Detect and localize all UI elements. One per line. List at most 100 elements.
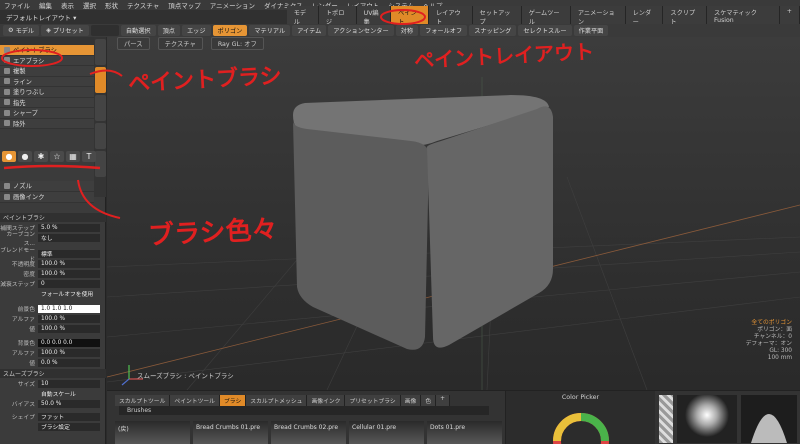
tab-image-ink[interactable]: 画像インク <box>307 395 346 406</box>
shading-mode-texture[interactable]: テクスチャ <box>157 37 203 50</box>
info-line: デフォーマ：オン <box>745 341 792 347</box>
select-through-button[interactable]: セレクトスルー <box>518 25 572 36</box>
snapping-button[interactable]: スナッピング <box>469 25 517 36</box>
tool-nozzle[interactable]: ノズル <box>0 181 94 192</box>
fg-color-swatch[interactable]: 1.0 1.0 1.0 <box>38 304 100 313</box>
clone-icon <box>4 67 10 74</box>
fg-value-field[interactable]: 100.0 % <box>38 324 100 333</box>
falloff-checkbox[interactable]: フォールオフを使用 <box>38 289 100 298</box>
edge-button[interactable]: エッジ <box>181 25 211 36</box>
bg-color-swatch[interactable]: 0.0 0.0 0.0 <box>38 338 100 347</box>
paint-brush-header: ペイントブラシ <box>0 213 106 222</box>
vtab-3[interactable] <box>95 95 106 121</box>
density-field[interactable]: 100.0 % <box>38 269 100 278</box>
brush-settings-field[interactable]: ブラシ設定 <box>38 422 100 431</box>
color-wheel[interactable] <box>506 401 656 444</box>
vtab-5[interactable] <box>95 151 106 177</box>
bg-value-field[interactable]: 0.0 % <box>38 358 100 367</box>
action-center-button[interactable]: アクションセンター <box>328 25 394 36</box>
brush-thumb[interactable]: Cellular 01.pre <box>349 421 424 444</box>
hard-brush-shape[interactable]: ● <box>18 151 32 162</box>
tool-erase[interactable]: 除外 <box>0 118 94 129</box>
tab-images[interactable]: 画像 <box>400 395 422 406</box>
preset-icon: ◈ <box>46 27 51 34</box>
vertical-tab-strip <box>94 37 106 197</box>
tool-paint-brush[interactable]: ペイントブラシ <box>0 45 94 56</box>
vertex-button[interactable]: 頂点 <box>157 25 180 36</box>
tool-image-ink[interactable]: 画像インク <box>0 192 94 203</box>
menu-edit[interactable]: 編集 <box>39 0 52 10</box>
curve-field[interactable]: なし <box>38 233 100 242</box>
menu-file[interactable]: ファイル <box>4 0 30 10</box>
tool-panel: ペイントブラシ エアブラシ 複製 ライン 塗りつぶし 指先 シャープ 除外 ● … <box>0 37 106 444</box>
brush-thumb[interactable]: Bread Crumbs 01.pre <box>193 421 268 444</box>
tool-line[interactable]: ライン <box>0 76 94 87</box>
erase-icon <box>4 120 10 127</box>
bg-alpha-field[interactable]: 100.0 % <box>38 348 100 357</box>
shape-select[interactable]: ファット <box>38 412 100 421</box>
brush-shape-row: ● ● ✱ ☆ ▦ T <box>2 151 96 162</box>
menu-vertex-map[interactable]: 頂点マップ <box>168 0 201 10</box>
brush-thumb-back[interactable]: (戻) <box>115 421 190 444</box>
size-field[interactable]: 10 <box>38 379 100 388</box>
falloff-row: フォールオフを使用 <box>0 289 106 298</box>
bottom-panel-tabs: スカルプトツール ペイントツール ブラシ スカルプトメッシュ 画像インク プリセ… <box>115 395 450 406</box>
tab-brushes[interactable]: ブラシ <box>219 395 247 406</box>
info-line: GL: 300 <box>769 348 792 354</box>
line-icon <box>4 78 10 85</box>
tab-add[interactable]: + <box>436 395 450 406</box>
brush-thumb[interactable]: Bread Crumbs 02.pre <box>271 421 346 444</box>
brush-path-selector[interactable]: Brushes <box>119 406 489 415</box>
decay-field[interactable]: 0 <box>38 279 100 288</box>
polygon-button[interactable]: ポリゴン <box>212 25 248 36</box>
vtab-4[interactable] <box>95 123 106 149</box>
tool-clone[interactable]: 複製 <box>0 66 94 77</box>
menu-select[interactable]: 選択 <box>83 0 96 10</box>
opacity-field[interactable]: 100.0 % <box>38 259 100 268</box>
brush-thumb[interactable]: Dots 01.pre <box>427 421 502 444</box>
procedural-brush-shape[interactable]: ✱ <box>34 151 48 162</box>
checker-swatch <box>659 395 673 443</box>
image-brush-shape[interactable]: ▦ <box>66 151 80 162</box>
star-brush-shape[interactable]: ☆ <box>50 151 64 162</box>
soft-brush-shape[interactable]: ● <box>2 151 16 162</box>
interp-step-field[interactable]: 5.0 % <box>38 223 100 232</box>
tool-fill[interactable]: 塗りつぶし <box>0 87 94 98</box>
tab-sculpt-tools[interactable]: スカルプトツール <box>115 395 171 406</box>
tab-paint-tools[interactable]: ペイントツール <box>170 395 220 406</box>
menu-view[interactable]: 表示 <box>61 0 74 10</box>
bias-field[interactable]: 50.0 % <box>38 399 100 408</box>
bg-color-row: 背景色 0.0 0.0 0.0 <box>0 338 106 347</box>
menu-animation[interactable]: アニメーション <box>210 0 255 10</box>
vtab-paint[interactable] <box>95 67 106 93</box>
fg-alpha-row: アルファ 100.0 % <box>0 314 106 323</box>
text-brush-shape[interactable]: T <box>82 151 96 162</box>
tool-panel-header <box>0 37 94 45</box>
tool-smudge[interactable]: 指先 <box>0 97 94 108</box>
tab-preset-brushes[interactable]: プリセットブラシ <box>345 395 401 406</box>
preset-button[interactable]: ◈ プリセット <box>41 25 89 36</box>
auto-scale-checkbox[interactable]: 自動スケール <box>38 389 100 398</box>
work-plane-button[interactable]: 作業平面 <box>573 25 609 36</box>
blend-mode-select[interactable]: 標準 <box>38 249 100 258</box>
vtab-1[interactable] <box>95 39 106 65</box>
color-picker-panel: Color Picker <box>505 391 655 444</box>
tool-airbrush[interactable]: エアブラシ <box>0 55 94 66</box>
model-button[interactable]: ⚙ モデル <box>3 25 40 36</box>
bg-value-row: 値 0.0 % <box>0 358 106 367</box>
auto-select-button[interactable]: 自動選択 <box>120 25 156 36</box>
menu-texture[interactable]: テクスチャ <box>127 0 159 10</box>
symmetry-button[interactable]: 対称 <box>395 25 419 36</box>
item-button[interactable]: アイテム <box>292 25 327 36</box>
falloff-button[interactable]: フォールオフ <box>420 25 468 36</box>
menu-geometry[interactable]: 形状 <box>105 0 118 10</box>
tab-sculpt-mesh[interactable]: スカルプトメッシュ <box>246 395 308 406</box>
tool-sharpen[interactable]: シャープ <box>0 108 94 119</box>
fg-alpha-field[interactable]: 100.0 % <box>38 314 100 323</box>
ray-gl-toggle[interactable]: Ray GL: オフ <box>210 37 264 50</box>
view-mode-perspective[interactable]: パース <box>117 37 150 50</box>
brush-preview <box>677 395 737 443</box>
tab-colors[interactable]: 色 <box>421 395 437 406</box>
material-button[interactable]: マテリアル <box>249 25 291 36</box>
layout-selector[interactable]: デフォルトレイアウト ▾ <box>6 12 253 22</box>
